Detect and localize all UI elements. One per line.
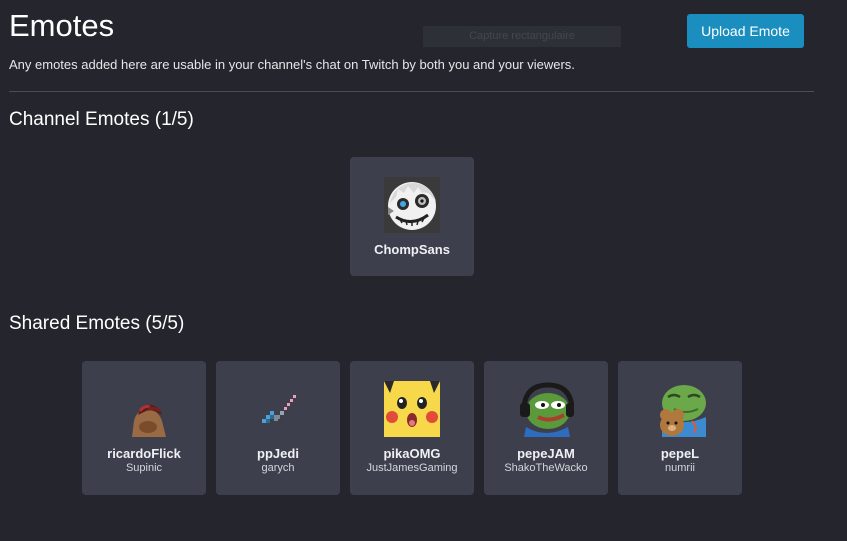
emote-card-pikaomg[interactable]: pikaOMG JustJamesGaming: [350, 361, 474, 495]
emote-owner: ShakoTheWacko: [504, 462, 588, 474]
emote-owner: Supinic: [125, 462, 163, 474]
pikaomg-emote-icon: [384, 381, 440, 437]
pepel-emote-icon: [660, 385, 706, 437]
emote-name: ppJedi: [257, 446, 299, 461]
emote-name: pikaOMG: [383, 446, 441, 461]
page-subtitle: Any emotes added here are usable in your…: [9, 57, 575, 72]
emotes-page: Emotes Any emotes added here are usable …: [0, 0, 847, 541]
page-title: Emotes: [9, 8, 115, 43]
ricardoflick-emote-icon: [132, 404, 166, 437]
emote-card-pepejam[interactable]: pepeJAM ShakoTheWacko: [484, 361, 608, 495]
channel-emotes-heading: Channel Emotes (1/5): [9, 109, 194, 130]
emote-owner: numrii: [665, 462, 695, 474]
emote-name: ricardoFlick: [107, 446, 181, 461]
emote-name: pepeJAM: [517, 446, 575, 461]
pepejam-emote-icon: [520, 382, 574, 437]
emote-card-pepel[interactable]: pepeL numrii: [618, 361, 742, 495]
upload-emote-button[interactable]: Upload Emote: [687, 14, 804, 48]
emote-card-ricardoflick[interactable]: ricardoFlick Supinic: [82, 361, 206, 495]
emote-card-ppjedi[interactable]: ppJedi garych: [216, 361, 340, 495]
header-divider: [9, 91, 814, 92]
emote-name: ChompSans: [374, 242, 450, 257]
emote-owner: JustJamesGaming: [366, 462, 458, 474]
capture-overlay: Capture rectangulaire: [423, 26, 621, 47]
ppjedi-emote-icon: [262, 395, 296, 423]
chompsans-emote-icon: [384, 177, 440, 233]
emote-card-chompsans[interactable]: ChompSans: [350, 157, 474, 276]
emote-name: pepeL: [660, 446, 700, 461]
shared-emotes-heading: Shared Emotes (5/5): [9, 313, 185, 334]
emote-owner: garych: [261, 462, 295, 474]
